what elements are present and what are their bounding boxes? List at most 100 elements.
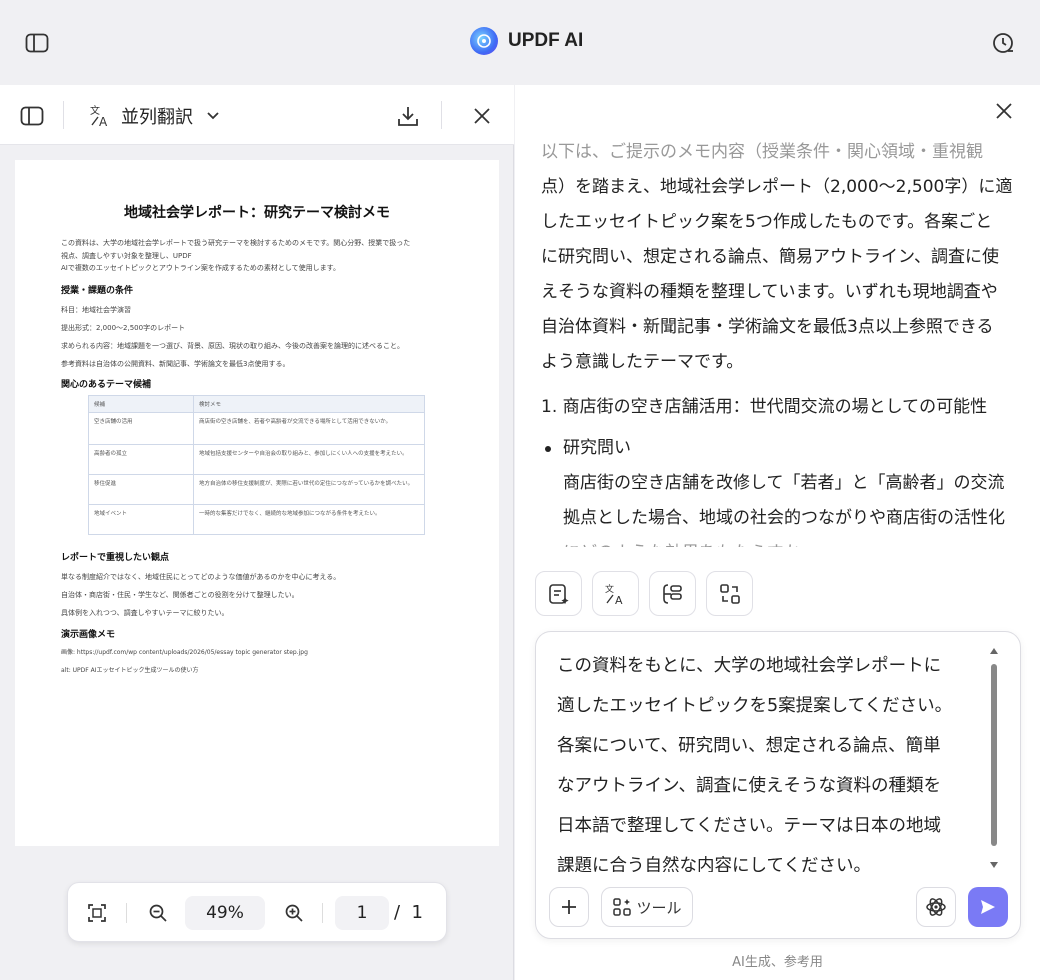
prompt-line: 課題に合う自然な内容にしてください。 (557, 856, 871, 872)
svg-text:A: A (99, 115, 108, 129)
response-line: 以下は、ご提示のメモ内容（授業条件・関心領域・重視観 (541, 142, 983, 162)
zoom-in-icon[interactable] (281, 897, 307, 929)
table-cell: 商店街の空き店舗を、若者や高齢者が交流できる場所として活用できないか。 (193, 412, 425, 445)
title-bar: UPDF AI (0, 0, 1040, 85)
response-line: したエッセイトピック案を5つ作成したものです。各案ごと (541, 212, 993, 232)
pdf-line: 自治体・商店街・住民・学生など、関係者ごとの役割を分けて整理したい。 (61, 591, 299, 599)
send-icon (981, 900, 995, 914)
ai-disclaimer: AI生成、参考用 (732, 955, 823, 970)
page-separator: / (394, 902, 401, 923)
explain-icon[interactable] (649, 571, 696, 616)
pdf-line: 具体例を入れつつ、調査しやすいテーマに絞りたい。 (61, 609, 229, 617)
chevron-down-icon[interactable] (198, 101, 228, 131)
ai-response: 以下は、ご提示のメモ内容（授業条件・関心領域・重視観 点）を踏まえ、地域社会学レ… (541, 135, 1023, 547)
svg-text:A: A (615, 594, 623, 606)
sidebar-toggle-icon[interactable] (23, 29, 51, 57)
rewrite-icon[interactable] (706, 571, 753, 616)
pdf-page: 地域社会学レポート：研究テーマ検討メモ この資料は、大学の地域社会学レポートで扱… (15, 160, 499, 846)
pdf-title: 地域社会学レポート：研究テーマ検討メモ (124, 205, 390, 221)
toolbar-divider (63, 101, 64, 129)
page-number-input[interactable]: 1 (335, 896, 389, 930)
zoom-out-icon[interactable] (145, 897, 171, 929)
scroll-up-arrow-icon[interactable] (990, 648, 998, 654)
pdf-intro: この資料は、大学の地域社会学レポートで扱う研究テーマを検討するためのメモです。関… (61, 237, 461, 275)
table-row: 空き店舗の活用 商店街の空き店舗を、若者や高齢者が交流できる場所として活用できな… (88, 412, 425, 445)
bullet-title: 研究問い (563, 438, 631, 458)
pdf-line: alt: UPDF AIエッセイトピック生成ツールの使い方 (61, 667, 199, 674)
pdf-line: 画像: https://updf.com/wp content/uploads/… (61, 649, 308, 656)
topic-heading: 1. 商店街の空き店舗活用：世代間交流の場としての可能性 (541, 397, 988, 417)
tools-label: ツール (636, 898, 682, 917)
page-count: 1 (411, 902, 423, 923)
bullet-item: 研究問い 商店街の空き店舗を改修して「若者」と「高齢者」の交流 拠点とした場合、… (541, 431, 1023, 547)
app-name: UPDF AI (508, 30, 584, 51)
tools-icon (613, 898, 632, 916)
zoom-divider (126, 903, 127, 923)
table-cell: 移住促進 (88, 474, 194, 505)
pdf-intro-line: AIで複数のエッセイトピックとアウトライン案を作成するための素材として使用します… (61, 264, 340, 272)
svg-text:文: 文 (605, 583, 614, 595)
pdf-line: 提出形式：2,000〜2,500字のレポート (61, 324, 186, 332)
table-header: 候補 (88, 395, 194, 413)
bullet-line: 拠点とした場合、地域の社会的つながりや商店街の活性化 (563, 508, 1005, 528)
attach-button[interactable] (549, 887, 589, 927)
prompt-line: この資料をもとに、大学の地域社会学レポートに (557, 656, 942, 676)
pdf-line: 参考資料は自治体の公開資料、新聞記事、学術論文を最低3点使用する。 (61, 360, 290, 368)
pdf-intro-line: 視点、調査しやすい対象を整理し、UPDF (61, 251, 192, 260)
response-line: よう意識したテーマです。 (541, 352, 744, 372)
close-icon[interactable] (992, 99, 1016, 123)
pdf-section-body: 科目：地域社会学演習 提出形式：2,000〜2,500字のレポート 求められる内… (61, 301, 461, 373)
fit-page-icon[interactable] (84, 897, 110, 929)
close-icon[interactable] (467, 101, 497, 131)
table-cell: 高齢者の孤立 (88, 444, 194, 475)
zoom-level[interactable]: 49% (185, 896, 265, 930)
translation-mode-label[interactable]: 並列翻訳 (121, 103, 193, 129)
pdf-table: 候補 検討メモ 空き店舗の活用 商店街の空き店舗を、若者や高齢者が交流できる場所… (88, 395, 425, 535)
plus-icon (562, 900, 576, 914)
response-line: 点）を踏まえ、地域社会学レポート（2,000～2,500字）に適 (541, 177, 1013, 197)
document-toolbar: 文A 並列翻訳 (0, 85, 514, 145)
prompt-composer[interactable]: この資料をもとに、大学の地域社会学レポートに 適したエッセイトピックを5案提案し… (535, 631, 1021, 939)
prompt-line: 適したエッセイトピックを5案提案してください。 (557, 696, 953, 716)
table-cell: 空き店舗の活用 (88, 412, 194, 445)
document-panel: 文A 並列翻訳 地域社会学レポート：研究テーマ検討メモ この資料は、大学の地域社… (0, 85, 514, 980)
translate-icon[interactable]: 文A (592, 571, 639, 616)
thumbnail-toggle-icon[interactable] (17, 101, 47, 131)
pdf-section-heading: 授業・課題の条件 (61, 286, 134, 296)
table-cell: 地方自治体の移住支援制度が、実際に若い世代の定住につながっているかを調べたい。 (193, 474, 425, 505)
scroll-down-arrow-icon[interactable] (990, 862, 998, 868)
tools-button[interactable]: ツール (601, 887, 693, 927)
atom-icon (926, 898, 946, 916)
ai-model-button[interactable] (916, 887, 956, 927)
pdf-section-heading: レポートで重視したい観点 (61, 553, 170, 563)
send-button[interactable] (968, 887, 1008, 927)
table-row: 移住促進 地方自治体の移住支援制度が、実際に若い世代の定住につながっているかを調… (88, 474, 425, 505)
translate-icon[interactable]: 文A (86, 101, 116, 131)
pdf-section-body: 単なる制度紹介ではなく、地域住民にとってどのような価値があるのかを中心に考える。… (61, 568, 461, 622)
quick-actions: 文A (535, 571, 753, 616)
table-header-row: 候補 検討メモ (88, 395, 425, 413)
zoom-toolbar: 49% 1 / 1 (67, 882, 447, 942)
bullet-dot (545, 446, 551, 452)
bullet-line: 商店街の空き店舗を改修して「若者」と「高齢者」の交流 (563, 473, 1005, 493)
pdf-line: 単なる制度紹介ではなく、地域住民にとってどのような価値があるのかを中心に考える。 (61, 573, 341, 581)
ai-chat-panel: 以下は、ご提示のメモ内容（授業条件・関心領域・重視観 点）を踏まえ、地域社会学レ… (515, 85, 1040, 980)
toolbar-divider (441, 101, 442, 129)
response-line: 自治体資料・新聞記事・学術論文を最低3点以上参照できる (541, 317, 994, 337)
app-title: UPDF AI (470, 27, 583, 55)
updf-ai-logo-icon (470, 27, 498, 55)
scrollbar-thumb[interactable] (991, 664, 997, 846)
page-total: / 1 (394, 902, 423, 923)
pdf-line: 求められる内容：地域課題を一つ選び、背景、原因、現状の取り組み、今後の改善案を論… (61, 342, 404, 350)
prompt-line: 各案について、研究問い、想定される論点、簡単 (557, 736, 941, 756)
summarize-icon[interactable] (535, 571, 582, 616)
prompt-scrollbar[interactable] (987, 648, 999, 872)
history-icon[interactable] (989, 29, 1017, 57)
table-cell: 地域イベント (88, 504, 194, 535)
download-icon[interactable] (393, 101, 423, 131)
table-cell: 地域包括支援センターや自治会の取り組みと、参加しにくい人への支援を考えたい。 (193, 444, 425, 475)
prompt-input[interactable]: この資料をもとに、大学の地域社会学レポートに 適したエッセイトピックを5案提案し… (557, 646, 977, 872)
pdf-section-heading: 関心のあるテーマ候補 (61, 380, 152, 390)
bullet-line: にどのような効果をもたらすか (563, 536, 1023, 547)
response-line: に研究問い、想定される論点、簡易アウトライン、調査に使 (541, 247, 999, 267)
